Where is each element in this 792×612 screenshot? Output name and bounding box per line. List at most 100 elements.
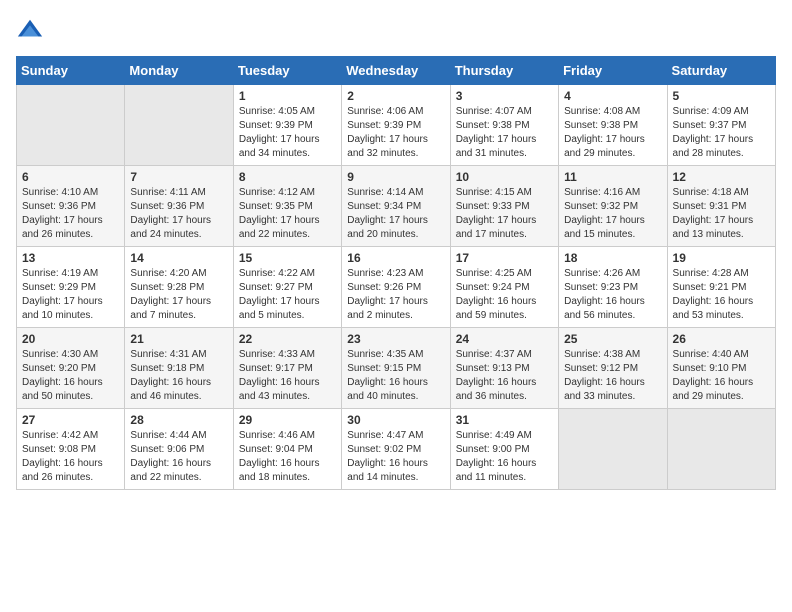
day-number: 12: [673, 170, 770, 184]
calendar-empty-cell: [559, 409, 667, 490]
day-of-week-thursday: Thursday: [450, 57, 558, 85]
calendar-day-15: 15 Sunrise: 4:22 AM Sunset: 9:27 PM Dayli…: [233, 247, 341, 328]
calendar-day-21: 21Sunrise: 4:31 AM Sunset: 9:18 PM Dayli…: [125, 328, 233, 409]
day-info: Sunrise: 4:47 AM Sunset: 9:02 PM Dayligh…: [347, 429, 444, 485]
day-number: 3: [456, 89, 553, 103]
calendar-day-4: 4Sunrise: 4:08 AM Sunset: 9:38 PM Daylig…: [559, 85, 667, 166]
day-info: Sunrise: 4:30 AM Sunset: 9:20 PM Dayligh…: [22, 348, 119, 404]
day-number: 6: [22, 170, 119, 184]
day-number: 1: [239, 89, 336, 103]
calendar-day-25: 25 Sunrise: 4:38 AM Sunset: 9:12 PM Dayli…: [559, 328, 667, 409]
day-number: 8: [239, 170, 336, 184]
calendar-day-24: 24 Sunrise: 4:37 AM Sunset: 9:13 PM Dayli…: [450, 328, 558, 409]
day-info: Sunrise: 4:14 AM Sunset: 9:34 PM Dayligh…: [347, 186, 444, 242]
day-number: 10: [456, 170, 553, 184]
calendar-day-8: 8 Sunrise: 4:12 AM Sunset: 9:35 PM Daylig…: [233, 166, 341, 247]
calendar-day-31: 31 Sunrise: 4:49 AM Sunset: 9:00 PM Dayli…: [450, 409, 558, 490]
day-info: Sunrise: 4:44 AM Sunset: 9:06 PM Dayligh…: [130, 429, 227, 485]
calendar-day-1: 1 Sunrise: 4:05 AM Sunset: 9:39 PM Daylig…: [233, 85, 341, 166]
day-number: 15: [239, 251, 336, 265]
calendar-day-19: 19 Sunrise: 4:28 AM Sunset: 9:21 PM Dayli…: [667, 247, 775, 328]
day-info: Sunrise: 4:12 AM Sunset: 9:35 PM Dayligh…: [239, 186, 336, 242]
day-info: Sunrise: 4:10 AM Sunset: 9:36 PM Dayligh…: [22, 186, 119, 242]
day-of-week-monday: Monday: [125, 57, 233, 85]
day-info: Sunrise: 4:19 AM Sunset: 9:29 PM Dayligh…: [22, 267, 119, 323]
day-number: 28: [130, 413, 227, 427]
calendar-empty-cell: [125, 85, 233, 166]
day-of-week-saturday: Saturday: [667, 57, 775, 85]
day-info: Sunrise: 4:28 AM Sunset: 9:21 PM Dayligh…: [673, 267, 770, 323]
calendar-day-5: 5Sunrise: 4:09 AM Sunset: 9:37 PM Daylig…: [667, 85, 775, 166]
calendar-day-9: 9 Sunrise: 4:14 AM Sunset: 9:34 PM Daylig…: [342, 166, 450, 247]
day-number: 13: [22, 251, 119, 265]
calendar-day-3: 3 Sunrise: 4:07 AM Sunset: 9:38 PM Daylig…: [450, 85, 558, 166]
calendar-day-22: 22Sunrise: 4:33 AM Sunset: 9:17 PM Dayli…: [233, 328, 341, 409]
day-number: 17: [456, 251, 553, 265]
day-info: Sunrise: 4:49 AM Sunset: 9:00 PM Dayligh…: [456, 429, 553, 485]
day-number: 23: [347, 332, 444, 346]
day-number: 27: [22, 413, 119, 427]
calendar-day-30: 30 Sunrise: 4:47 AM Sunset: 9:02 PM Dayli…: [342, 409, 450, 490]
calendar-week-row: 6 Sunrise: 4:10 AM Sunset: 9:36 PM Daylig…: [17, 166, 776, 247]
day-number: 30: [347, 413, 444, 427]
day-info: Sunrise: 4:31 AM Sunset: 9:18 PM Dayligh…: [130, 348, 227, 404]
page-header: [16, 16, 776, 44]
day-number: 2: [347, 89, 444, 103]
calendar-day-14: 14Sunrise: 4:20 AM Sunset: 9:28 PM Dayli…: [125, 247, 233, 328]
day-number: 29: [239, 413, 336, 427]
calendar-day-16: 16 Sunrise: 4:23 AM Sunset: 9:26 PM Dayli…: [342, 247, 450, 328]
calendar-empty-cell: [667, 409, 775, 490]
day-info: Sunrise: 4:38 AM Sunset: 9:12 PM Dayligh…: [564, 348, 661, 404]
day-number: 16: [347, 251, 444, 265]
day-number: 7: [130, 170, 227, 184]
calendar-day-27: 27 Sunrise: 4:42 AM Sunset: 9:08 PM Dayli…: [17, 409, 125, 490]
day-info: Sunrise: 4:42 AM Sunset: 9:08 PM Dayligh…: [22, 429, 119, 485]
day-info: Sunrise: 4:07 AM Sunset: 9:38 PM Dayligh…: [456, 105, 553, 161]
calendar-week-row: 1 Sunrise: 4:05 AM Sunset: 9:39 PM Daylig…: [17, 85, 776, 166]
day-info: Sunrise: 4:15 AM Sunset: 9:33 PM Dayligh…: [456, 186, 553, 242]
day-info: Sunrise: 4:37 AM Sunset: 9:13 PM Dayligh…: [456, 348, 553, 404]
calendar-empty-cell: [17, 85, 125, 166]
day-of-week-tuesday: Tuesday: [233, 57, 341, 85]
day-info: Sunrise: 4:18 AM Sunset: 9:31 PM Dayligh…: [673, 186, 770, 242]
day-number: 19: [673, 251, 770, 265]
calendar-day-12: 12 Sunrise: 4:18 AM Sunset: 9:31 PM Dayli…: [667, 166, 775, 247]
day-number: 25: [564, 332, 661, 346]
logo-icon: [16, 16, 44, 44]
day-of-week-friday: Friday: [559, 57, 667, 85]
day-number: 26: [673, 332, 770, 346]
day-info: Sunrise: 4:23 AM Sunset: 9:26 PM Dayligh…: [347, 267, 444, 323]
calendar-week-row: 27 Sunrise: 4:42 AM Sunset: 9:08 PM Dayli…: [17, 409, 776, 490]
day-number: 24: [456, 332, 553, 346]
calendar-day-20: 20 Sunrise: 4:30 AM Sunset: 9:20 PM Dayli…: [17, 328, 125, 409]
calendar-day-7: 7Sunrise: 4:11 AM Sunset: 9:36 PM Daylig…: [125, 166, 233, 247]
calendar-day-6: 6 Sunrise: 4:10 AM Sunset: 9:36 PM Daylig…: [17, 166, 125, 247]
day-info: Sunrise: 4:25 AM Sunset: 9:24 PM Dayligh…: [456, 267, 553, 323]
calendar-day-26: 26 Sunrise: 4:40 AM Sunset: 9:10 PM Dayli…: [667, 328, 775, 409]
day-info: Sunrise: 4:05 AM Sunset: 9:39 PM Dayligh…: [239, 105, 336, 161]
day-number: 18: [564, 251, 661, 265]
day-info: Sunrise: 4:22 AM Sunset: 9:27 PM Dayligh…: [239, 267, 336, 323]
day-number: 4: [564, 89, 661, 103]
day-info: Sunrise: 4:20 AM Sunset: 9:28 PM Dayligh…: [130, 267, 227, 323]
day-info: Sunrise: 4:35 AM Sunset: 9:15 PM Dayligh…: [347, 348, 444, 404]
day-info: Sunrise: 4:16 AM Sunset: 9:32 PM Dayligh…: [564, 186, 661, 242]
day-number: 31: [456, 413, 553, 427]
day-info: Sunrise: 4:09 AM Sunset: 9:37 PM Dayligh…: [673, 105, 770, 161]
calendar-day-18: 18 Sunrise: 4:26 AM Sunset: 9:23 PM Dayli…: [559, 247, 667, 328]
day-of-week-sunday: Sunday: [17, 57, 125, 85]
day-info: Sunrise: 4:33 AM Sunset: 9:17 PM Dayligh…: [239, 348, 336, 404]
day-number: 9: [347, 170, 444, 184]
calendar-header-row: SundayMondayTuesdayWednesdayThursdayFrid…: [17, 57, 776, 85]
calendar-day-23: 23 Sunrise: 4:35 AM Sunset: 9:15 PM Dayli…: [342, 328, 450, 409]
calendar-day-28: 28 Sunrise: 4:44 AM Sunset: 9:06 PM Dayli…: [125, 409, 233, 490]
calendar-day-13: 13 Sunrise: 4:19 AM Sunset: 9:29 PM Dayli…: [17, 247, 125, 328]
day-number: 20: [22, 332, 119, 346]
day-info: Sunrise: 4:06 AM Sunset: 9:39 PM Dayligh…: [347, 105, 444, 161]
day-number: 11: [564, 170, 661, 184]
day-info: Sunrise: 4:40 AM Sunset: 9:10 PM Dayligh…: [673, 348, 770, 404]
day-of-week-wednesday: Wednesday: [342, 57, 450, 85]
day-info: Sunrise: 4:26 AM Sunset: 9:23 PM Dayligh…: [564, 267, 661, 323]
calendar-day-17: 17 Sunrise: 4:25 AM Sunset: 9:24 PM Dayli…: [450, 247, 558, 328]
logo: [16, 16, 48, 44]
